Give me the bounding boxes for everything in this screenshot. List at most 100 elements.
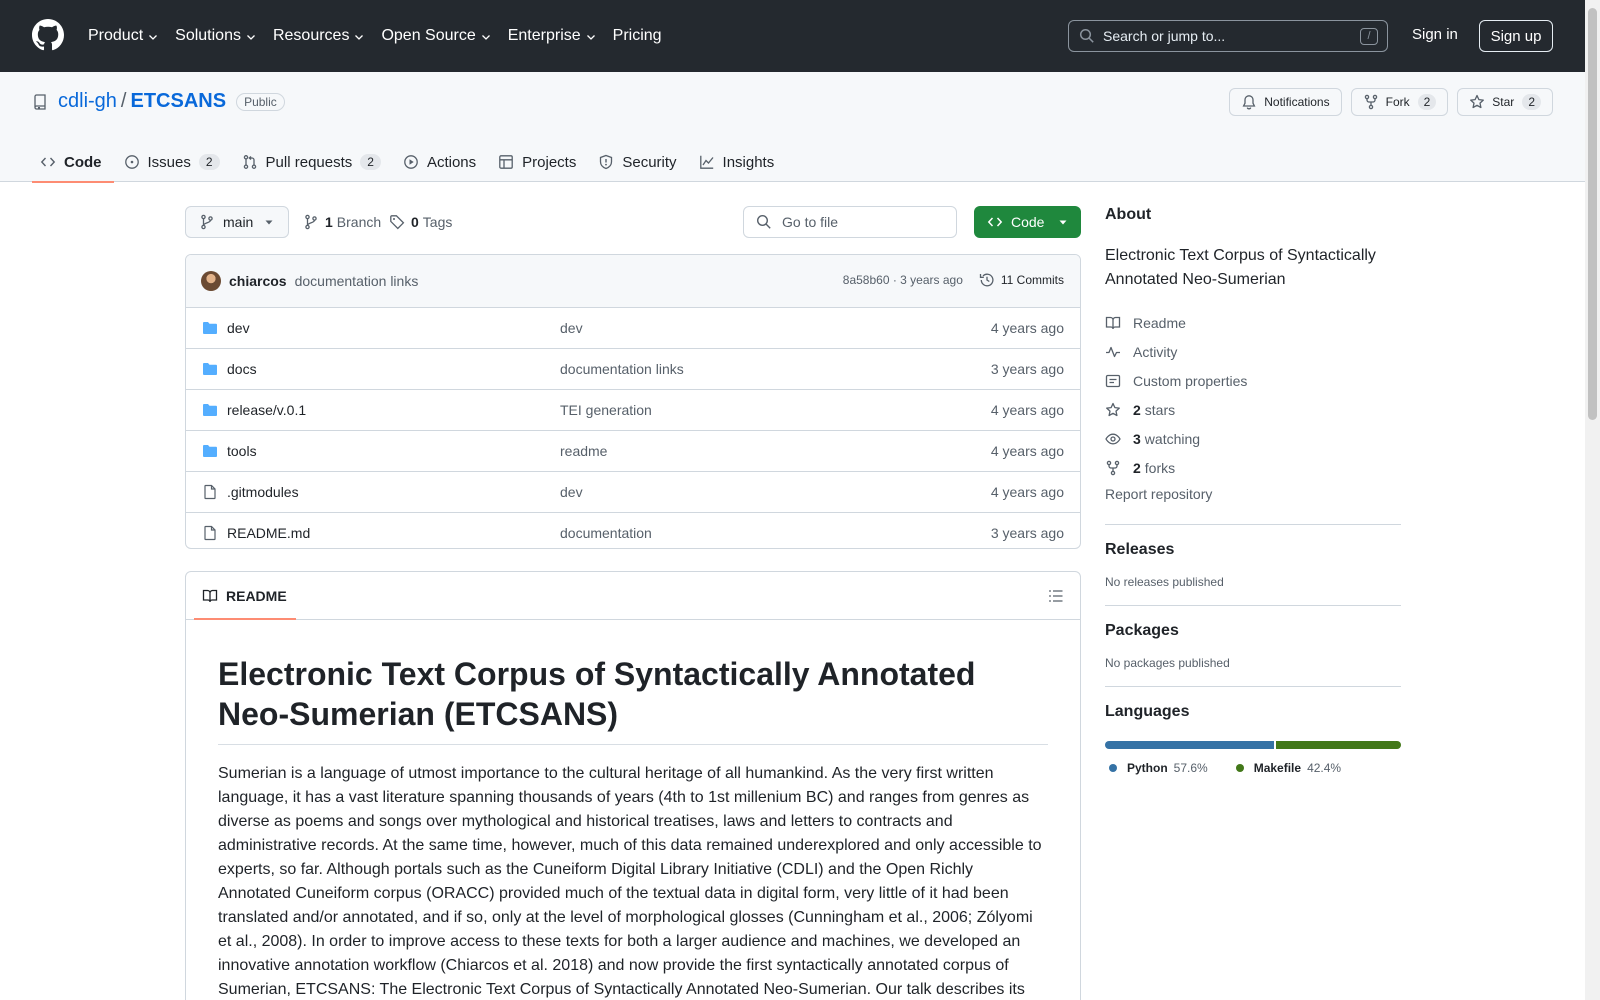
file-commit-date: 3 years ago — [990, 525, 1064, 541]
pull-request-icon — [243, 155, 256, 169]
tab-insights[interactable]: Insights — [691, 142, 787, 182]
tab-pull-requests[interactable]: Pull requests 2 — [234, 142, 393, 182]
file-icon — [202, 525, 218, 541]
list-icon[interactable] — [1048, 588, 1064, 604]
releases-heading[interactable]: Releases — [1105, 541, 1401, 559]
readme-paragraph: Sumerian is a language of utmost importa… — [218, 765, 1042, 998]
nav-resources[interactable]: Resources — [273, 20, 365, 52]
shield-icon — [600, 154, 613, 170]
global-search-input[interactable]: Search or jump to... / — [1068, 20, 1388, 52]
nav-product[interactable]: Product — [88, 20, 159, 52]
code-dropdown-button[interactable]: Code — [974, 206, 1081, 238]
tab-pull-requests-label: Pull requests — [265, 153, 353, 171]
tab-actions[interactable]: Actions — [395, 142, 488, 182]
github-logo-icon[interactable] — [32, 19, 64, 51]
page-scrollbar[interactable] — [1585, 0, 1600, 1000]
commits-link[interactable]: 11 Commits — [979, 272, 1064, 288]
custom-properties-link[interactable]: Custom properties — [1105, 366, 1401, 395]
table-row[interactable]: docs documentation links 3 years ago — [186, 349, 1080, 390]
nav-open-source-label: Open Source — [381, 27, 476, 44]
file-commit-message[interactable]: TEI generation — [560, 402, 652, 418]
nav-open-source[interactable]: Open Source — [381, 20, 491, 52]
file-name-link[interactable]: release/v.0.1 — [227, 402, 306, 418]
readme-link[interactable]: Readme — [1105, 308, 1401, 337]
packages-heading[interactable]: Packages — [1105, 622, 1401, 640]
star-button[interactable]: Star 2 — [1457, 88, 1553, 116]
file-commit-message[interactable]: documentation — [560, 525, 652, 541]
eye-icon — [1105, 433, 1121, 444]
table-row[interactable]: .gitmodules dev 4 years ago — [186, 472, 1080, 513]
file-name-link[interactable]: docs — [227, 361, 257, 377]
readme-panel: README Electronic Text Corpus of Syntact… — [185, 571, 1081, 1000]
tags-link[interactable]: 0 Tags — [389, 214, 452, 230]
branch-count: 1 — [325, 214, 333, 230]
language-name: Python — [1127, 761, 1168, 775]
tab-actions-label: Actions — [426, 153, 477, 171]
branch-select-button[interactable]: main — [185, 206, 289, 238]
file-commit-date: 4 years ago — [990, 402, 1064, 418]
graph-icon — [699, 155, 714, 169]
search-icon — [756, 214, 771, 229]
readme-tab[interactable]: README — [202, 588, 287, 604]
scrollbar-thumb[interactable] — [1588, 8, 1597, 420]
sign-in-link[interactable]: Sign in — [1412, 26, 1458, 43]
commit-message[interactable]: documentation links — [295, 273, 419, 289]
watching-count: 3 — [1133, 430, 1141, 447]
language-item[interactable]: Python 57.6% — [1109, 761, 1208, 775]
file-commit-message[interactable]: dev — [560, 320, 583, 336]
tab-security[interactable]: Security — [590, 142, 688, 182]
note-icon — [1105, 374, 1121, 387]
avatar[interactable] — [201, 271, 221, 291]
sign-up-button[interactable]: Sign up — [1479, 20, 1553, 52]
repo-title: cdli-gh / ETCSANS Public — [32, 90, 285, 113]
nav-enterprise[interactable]: Enterprise — [508, 20, 597, 52]
file-commit-message[interactable]: dev — [560, 484, 583, 500]
file-name-link[interactable]: .gitmodules — [227, 484, 299, 500]
repo-owner-link[interactable]: cdli-gh — [58, 90, 117, 113]
readme-tab-label: README — [226, 588, 287, 604]
forks-link[interactable]: 2 forks — [1105, 453, 1401, 482]
repo-main: main 1 Branch 0 Tags Go to file Code chi… — [185, 206, 1081, 1000]
repo-name-link[interactable]: ETCSANS — [130, 90, 226, 113]
readme-title: Electronic Text Corpus of Syntactically … — [218, 654, 1048, 745]
file-name-link[interactable]: tools — [227, 443, 257, 459]
table-row[interactable]: tools readme 4 years ago — [186, 431, 1080, 472]
file-name-link[interactable]: README.md — [227, 525, 310, 541]
tab-projects-label: Projects — [522, 153, 577, 171]
file-icon — [202, 484, 218, 500]
commit-author[interactable]: chiarcos — [229, 273, 287, 289]
code-button-label: Code — [1011, 214, 1045, 230]
pulse-icon — [1106, 346, 1120, 357]
commit-hash-time[interactable]: 8a58b60 · 3 years ago — [843, 273, 963, 287]
table-row[interactable]: dev dev 4 years ago — [186, 308, 1080, 349]
branch-name: main — [223, 214, 254, 230]
stars-link[interactable]: 2 stars — [1105, 395, 1401, 424]
go-to-file-input[interactable]: Go to file — [743, 206, 957, 238]
languages-section: Languages Python 57.6% Makefile 42.4% — [1105, 686, 1401, 775]
repo-sidebar: About Electronic Text Corpus of Syntacti… — [1105, 206, 1401, 775]
file-commit-message[interactable]: readme — [560, 443, 607, 459]
chevron-down-icon — [355, 35, 364, 40]
file-name-link[interactable]: dev — [227, 320, 250, 336]
fork-button[interactable]: Fork 2 — [1350, 88, 1449, 116]
nav-pricing[interactable]: Pricing — [613, 20, 662, 52]
language-item[interactable]: Makefile 42.4% — [1235, 761, 1341, 775]
branches-link[interactable]: 1 Branch — [303, 214, 381, 230]
notifications-button[interactable]: Notifications — [1229, 88, 1342, 116]
packages-empty: No packages published — [1105, 656, 1230, 670]
watching-link[interactable]: 3 watching — [1105, 424, 1401, 453]
table-row[interactable]: release/v.0.1 TEI generation 4 years ago — [186, 390, 1080, 431]
activity-link-label: Activity — [1133, 343, 1178, 360]
table-row[interactable]: README.md documentation 3 years ago — [186, 513, 1080, 548]
tab-code[interactable]: Code — [32, 142, 114, 183]
nav-solutions[interactable]: Solutions — [175, 20, 257, 52]
tab-projects[interactable]: Projects — [490, 142, 588, 182]
visibility-badge: Public — [236, 92, 285, 111]
report-repository-link[interactable]: Report repository — [1105, 486, 1401, 508]
activity-link[interactable]: Activity — [1105, 337, 1401, 366]
tag-label: Tags — [422, 214, 453, 230]
readme-content: Electronic Text Corpus of Syntactically … — [186, 620, 1080, 1000]
file-commit-message[interactable]: documentation links — [560, 361, 684, 377]
tab-issues[interactable]: Issues 2 — [116, 142, 232, 182]
global-header: Product Solutions Resources Open Source … — [0, 0, 1600, 72]
